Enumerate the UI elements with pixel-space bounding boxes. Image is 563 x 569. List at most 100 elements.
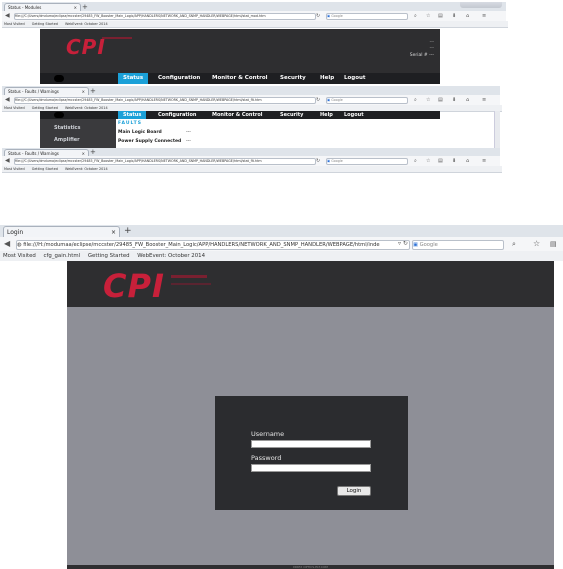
tab-title: Status - Faults / Warnings (8, 89, 59, 94)
star-icon[interactable]: ☆ (426, 158, 430, 164)
bookmark-webevent[interactable]: WebEvent: October 2014 (65, 106, 108, 110)
menu-help[interactable]: Help (320, 73, 334, 84)
bookmark-webevent[interactable]: WebEvent: October 2014 (65, 22, 108, 26)
menu-monitor-control[interactable]: Monitor & Control (212, 111, 263, 119)
clipboard-icon[interactable]: ▤ (438, 97, 443, 103)
menu-security[interactable]: Security (280, 73, 306, 84)
menu-icon[interactable]: ≡ (482, 158, 486, 164)
menu-logout[interactable]: Logout (344, 73, 366, 84)
star-icon[interactable]: ☆ (426, 97, 430, 103)
url-bar[interactable]: file:///C:/Users/dmduma/eclipse/mccster/… (14, 97, 316, 104)
clipboard-icon[interactable]: ▤ (550, 241, 557, 248)
google-icon: ▣ (327, 159, 331, 163)
bookmark-getting-started[interactable]: Getting Started (32, 106, 58, 110)
new-tab-icon[interactable]: + (90, 149, 96, 156)
search-icon[interactable]: ⌕ (414, 158, 417, 164)
menu-status[interactable]: Status (118, 111, 147, 119)
main-menu: Status Configuration Monitor & Control S… (40, 111, 440, 119)
logo-divider (171, 275, 207, 278)
bookmark-getting-started[interactable]: Getting Started (88, 253, 130, 259)
browser-window-status-modules: Status - Modules × + ◀ file:///C:/Users/… (2, 2, 508, 84)
sidebar-item-amplifier[interactable]: Amplifier (54, 137, 80, 143)
home-icon[interactable]: ⌂ (466, 97, 469, 103)
fault-value-power-supply: --- (186, 139, 191, 144)
new-tab-icon[interactable]: + (82, 3, 88, 11)
menu-logo-badge (54, 112, 64, 118)
url-text: file:///C:/Users/dmduma/eclipse/mccster/… (15, 159, 262, 163)
bookmarks-bar: Most Visited Getting Started WebEvent: O… (2, 21, 508, 28)
home-icon[interactable]: ⌂ (466, 158, 469, 164)
login-button[interactable]: Login (337, 486, 371, 496)
fault-value-main-logic: --- (186, 130, 191, 135)
search-icon[interactable]: ⌕ (414, 13, 417, 19)
url-bar[interactable]: ◍ file:///H:/modumaa/eclipse/mccster/294… (16, 240, 410, 250)
logo-subtitle-bar (171, 283, 211, 285)
url-text: file:///C:/Users/dmduma/eclipse/mccster/… (15, 98, 262, 102)
menu-logo-badge (54, 75, 64, 82)
back-icon[interactable]: ◀ (5, 97, 10, 103)
bookmark-getting-started[interactable]: Getting Started (32, 167, 58, 171)
reload-icon[interactable]: ▿ ↻ (398, 241, 408, 247)
google-icon: ▣ (327, 98, 331, 102)
bookmark-cfg-gain[interactable]: cfg_gain.html (44, 253, 81, 259)
menu-help[interactable]: Help (320, 111, 333, 119)
password-label: Password (251, 454, 282, 462)
scrollbar[interactable] (494, 111, 500, 148)
menu-configuration[interactable]: Configuration (158, 111, 196, 119)
window-controls[interactable] (460, 2, 502, 8)
bookmark-getting-started[interactable]: Getting Started (32, 22, 58, 26)
search-input[interactable]: ▣ Google (326, 13, 408, 20)
browser-window-faults-2: Status - Faults / Warnings × + ◀ file://… (2, 148, 502, 174)
search-icon[interactable]: ⌕ (512, 241, 516, 248)
search-input[interactable]: ▣ Google (412, 240, 504, 250)
url-bar[interactable]: file:///C:/Users/dmduma/eclipse/mccster/… (14, 13, 316, 20)
menu-monitor-control[interactable]: Monitor & Control (212, 73, 268, 84)
bookmark-webevent[interactable]: WebEvent: October 2014 (137, 253, 205, 259)
download-icon[interactable]: ⬇ (452, 13, 456, 19)
url-text: file:///H:/modumaa/eclipse/mccster/29485… (23, 242, 380, 248)
download-icon[interactable]: ⬇ (452, 97, 456, 103)
main-menu: Status Configuration Monitor & Control S… (40, 73, 440, 84)
download-icon[interactable]: ⬇ (452, 158, 456, 164)
back-icon[interactable]: ◀ (5, 158, 10, 164)
bookmark-most-visited[interactable]: Most Visited (4, 167, 25, 171)
star-icon[interactable]: ☆ (533, 240, 540, 248)
search-placeholder: Google (331, 159, 343, 163)
star-icon[interactable]: ☆ (426, 13, 430, 19)
reload-icon[interactable]: ↻ (316, 13, 320, 19)
bookmark-webevent[interactable]: WebEvent: October 2014 (65, 167, 108, 171)
search-input[interactable]: ▣ Google (326, 97, 408, 104)
search-input[interactable]: ▣ Google (326, 158, 408, 165)
back-icon[interactable]: ◀ (5, 13, 10, 19)
password-input[interactable] (251, 464, 371, 472)
clipboard-icon[interactable]: ▤ (438, 13, 443, 19)
menu-status[interactable]: Status (118, 73, 149, 84)
clipboard-icon[interactable]: ▤ (438, 158, 443, 164)
bookmark-most-visited[interactable]: Most Visited (4, 106, 25, 110)
new-tab-icon[interactable]: + (90, 87, 96, 95)
footer-text: DIREX OPTICS-ELT.COM (293, 565, 328, 569)
new-tab-icon[interactable]: + (124, 226, 132, 237)
menu-logout[interactable]: Logout (344, 111, 364, 119)
bookmark-most-visited[interactable]: Most Visited (3, 253, 36, 259)
username-input[interactable] (251, 440, 371, 448)
search-icon[interactable]: ⌕ (414, 97, 417, 103)
menu-icon[interactable]: ≡ (482, 97, 486, 103)
url-text: file:///C:/Users/dmduma/eclipse/mccster/… (15, 14, 266, 18)
menu-configuration[interactable]: Configuration (158, 73, 200, 84)
sidebar-item-statistics[interactable]: Statistics (54, 125, 81, 131)
page-viewport: CPI Username Password Login DIREX OPTICS… (0, 261, 563, 569)
reload-icon[interactable]: ↻ (316, 97, 320, 103)
app-header: CPI (67, 261, 554, 307)
menu-security[interactable]: Security (280, 111, 303, 119)
nav-bar: ◀ ◍ file:///H:/modumaa/eclipse/mccster/2… (0, 237, 563, 252)
home-icon[interactable]: ⌂ (466, 13, 469, 19)
search-placeholder: Google (419, 242, 438, 248)
back-icon[interactable]: ◀ (4, 240, 10, 248)
bookmark-most-visited[interactable]: Most Visited (4, 22, 25, 26)
app-header: CPI --- --- Serial # --- (40, 29, 440, 73)
header-value-2: --- (429, 45, 434, 50)
url-bar[interactable]: file:///C:/Users/dmduma/eclipse/mccster/… (14, 158, 316, 165)
reload-icon[interactable]: ↻ (316, 158, 320, 164)
menu-icon[interactable]: ≡ (482, 13, 486, 19)
